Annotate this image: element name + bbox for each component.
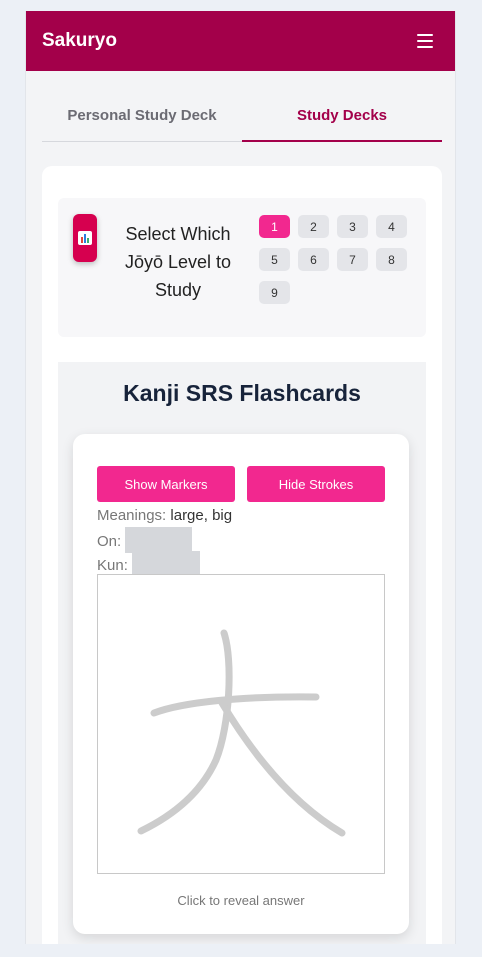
level-button-2[interactable]: 2 (298, 215, 329, 238)
deck-tabs: Personal Study Deck Study Decks (42, 97, 442, 142)
kanji-stroke-3 (218, 699, 346, 837)
level-button-7[interactable]: 7 (337, 248, 368, 271)
level-selector-panel: Select Which Jōyō Level to Study 1 2 3 4… (58, 198, 426, 337)
kanji-flashcard[interactable]: Show Markers Hide Strokes Meanings: larg… (73, 434, 409, 934)
level-button-6[interactable]: 6 (298, 248, 329, 271)
level-button-5[interactable]: 5 (259, 248, 290, 271)
level-buttons: 1 2 3 4 5 6 7 8 9 (259, 215, 409, 304)
level-button-8[interactable]: 8 (376, 248, 407, 271)
meanings-label: Meanings: (97, 507, 167, 524)
on-reading-hidden-answer[interactable] (125, 527, 193, 553)
brand-title[interactable]: Sakuryo (42, 30, 117, 52)
flashcards-section: Kanji SRS Flashcards Show Markers Hide S… (58, 362, 426, 944)
level-button-9[interactable]: 9 (259, 281, 290, 304)
kanji-stroke-1 (137, 629, 233, 835)
show-markers-button[interactable]: Show Markers (97, 466, 235, 502)
tab-personal-study-deck[interactable]: Personal Study Deck (42, 97, 242, 142)
top-navbar: Sakuryo (26, 11, 455, 71)
hide-strokes-button[interactable]: Hide Strokes (247, 466, 385, 502)
flashcards-title: Kanji SRS Flashcards (123, 380, 361, 406)
hamburger-menu-icon[interactable] (415, 33, 435, 49)
app-window: Sakuryo Personal Study Deck Study Decks … (25, 11, 456, 944)
level-button-3[interactable]: 3 (337, 215, 368, 238)
level-button-4[interactable]: 4 (376, 215, 407, 238)
kanji-drawing-canvas[interactable] (97, 574, 385, 874)
meanings-row: Meanings: large, big (97, 507, 232, 524)
kun-reading-label: Kun: (97, 556, 128, 574)
tab-study-decks[interactable]: Study Decks (242, 97, 442, 142)
on-reading-label: On: (97, 532, 122, 550)
on-reading-row: On: (97, 527, 193, 553)
study-deck-card: Select Which Jōyō Level to Study 1 2 3 4… (42, 166, 442, 944)
bar-chart-icon (73, 214, 97, 262)
level-button-1[interactable]: 1 (259, 215, 290, 238)
kanji-stroke-2 (150, 693, 320, 717)
kanji-stroke-drawing (137, 629, 346, 837)
meanings-value: large, big (170, 507, 233, 524)
reveal-answer-hint[interactable]: Click to reveal answer (73, 893, 409, 908)
level-selector-title: Select Which Jōyō Level to Study (124, 224, 232, 300)
